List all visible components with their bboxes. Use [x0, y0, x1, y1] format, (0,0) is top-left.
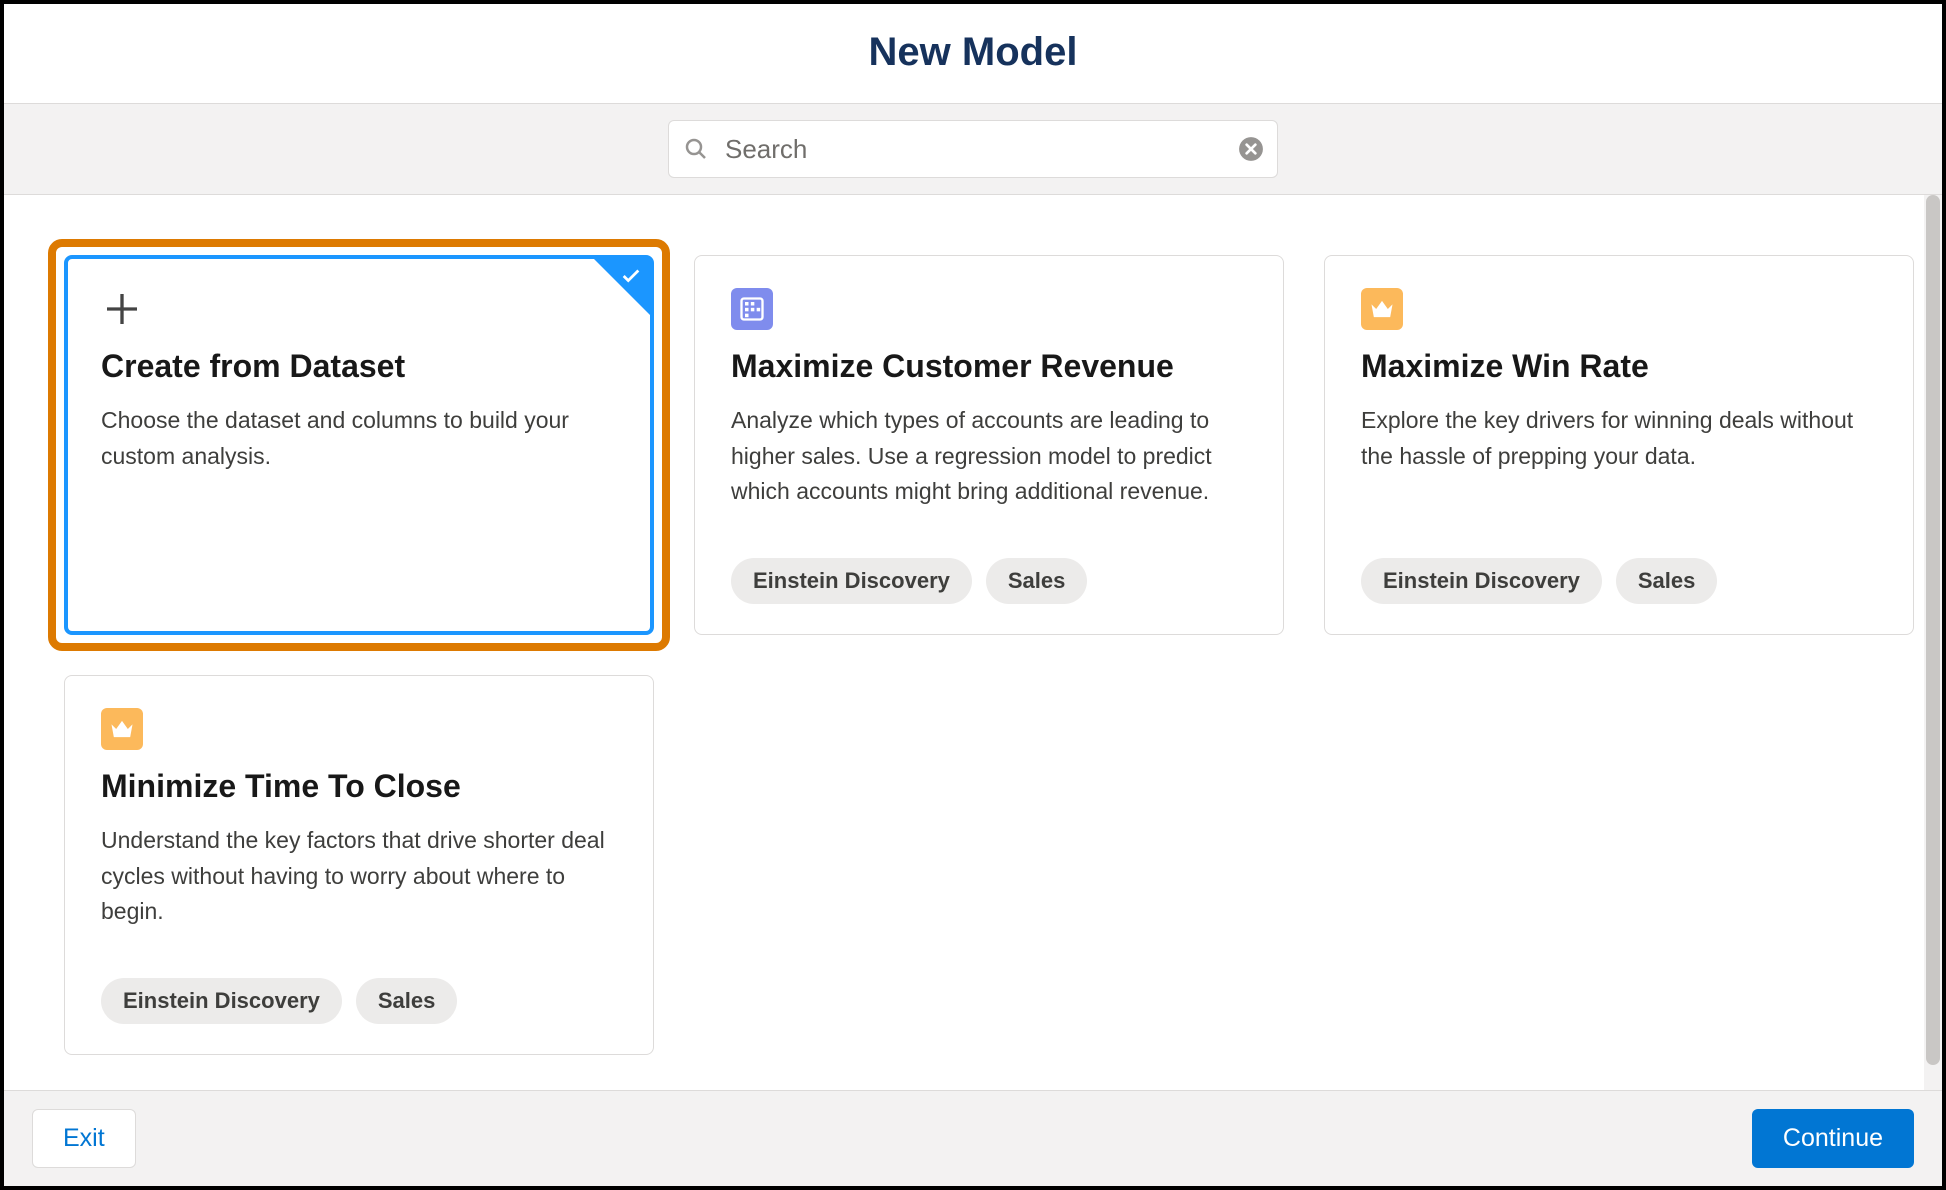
continue-button[interactable]: Continue [1752, 1109, 1914, 1168]
search-icon [684, 137, 708, 161]
tag: Einstein Discovery [731, 558, 972, 604]
card-tags: Einstein Discovery Sales [101, 978, 617, 1024]
scrollbar-thumb[interactable] [1926, 195, 1940, 1065]
card-create-from-dataset[interactable]: Create from Dataset Choose the dataset an… [64, 255, 654, 635]
card-tags: Einstein Discovery Sales [1361, 558, 1877, 604]
page-title: New Model [4, 30, 1942, 75]
tag: Einstein Discovery [101, 978, 342, 1024]
tag: Sales [356, 978, 458, 1024]
cards-grid: Create from Dataset Choose the dataset an… [34, 255, 1912, 1055]
grid-icon [731, 288, 773, 330]
clear-search-icon[interactable] [1238, 136, 1264, 162]
card-description: Analyze which types of accounts are lead… [731, 403, 1247, 510]
modal-footer: Exit Continue [4, 1090, 1942, 1186]
crown-icon [1361, 288, 1403, 330]
tag: Sales [986, 558, 1088, 604]
search-input[interactable] [668, 120, 1278, 178]
scrollbar-track[interactable] [1924, 195, 1942, 1090]
search-bar [4, 103, 1942, 195]
card-title: Minimize Time To Close [101, 768, 617, 805]
card-maximize-win-rate[interactable]: Maximize Win Rate Explore the key drivers… [1324, 255, 1914, 635]
card-title: Create from Dataset [101, 348, 617, 385]
tag: Sales [1616, 558, 1718, 604]
card-title: Maximize Win Rate [1361, 348, 1877, 385]
crown-icon [101, 708, 143, 750]
exit-button[interactable]: Exit [32, 1109, 136, 1168]
tag: Einstein Discovery [1361, 558, 1602, 604]
search-wrap [668, 120, 1278, 178]
card-description: Explore the key drivers for winning deal… [1361, 403, 1877, 474]
card-tags: Einstein Discovery Sales [731, 558, 1247, 604]
modal-header: New Model [4, 4, 1942, 103]
card-description: Understand the key factors that drive sh… [101, 823, 617, 930]
checkmark-icon [620, 265, 642, 287]
card-description: Choose the dataset and columns to build … [101, 403, 617, 474]
card-title: Maximize Customer Revenue [731, 348, 1247, 385]
card-minimize-time-to-close[interactable]: Minimize Time To Close Understand the key… [64, 675, 654, 1055]
content-area: Create from Dataset Choose the dataset an… [4, 195, 1942, 1090]
card-maximize-customer-revenue[interactable]: Maximize Customer Revenue Analyze which t… [694, 255, 1284, 635]
plus-icon [101, 288, 143, 330]
